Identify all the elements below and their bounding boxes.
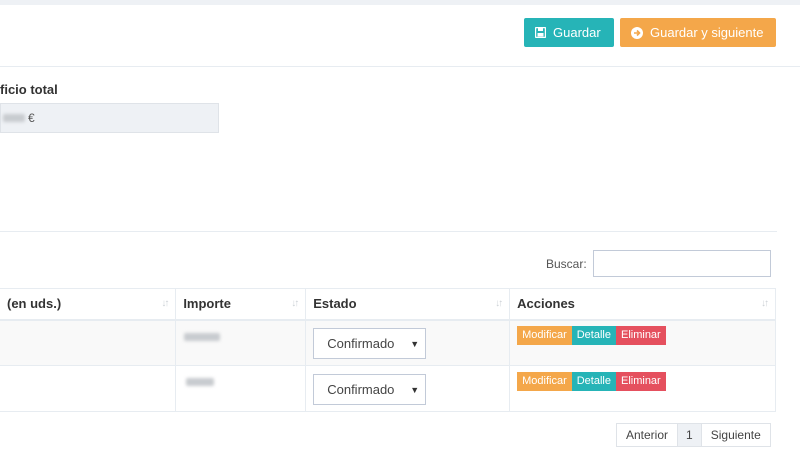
detail-button[interactable]: Detalle [571, 326, 616, 346]
estado-select-value: Confirmado [327, 382, 395, 397]
total-field: € [0, 103, 219, 133]
sort-icon: ↓↑ [161, 298, 169, 309]
row-actions: Modificar Detalle Eliminar [517, 326, 768, 346]
data-table: (en uds.) ↓↑ Importe ↓↑ Estado ↓↑ Accion… [0, 288, 776, 412]
estado-select-value: Confirmado [327, 336, 395, 352]
column-header-units[interactable]: (en uds.) ↓↑ [0, 288, 177, 321]
currency-symbol: € [28, 111, 35, 125]
search-input[interactable] [593, 250, 771, 277]
cell-estado: Confirmado ▼ [305, 365, 511, 412]
cell-units [0, 319, 177, 366]
search-label: Buscar: [546, 257, 587, 271]
save-button[interactable]: Guardar [524, 18, 614, 47]
section-divider [0, 231, 777, 232]
cell-importe [175, 365, 307, 412]
redacted-value [184, 332, 221, 341]
pagination: Anterior 1 Siguiente [616, 423, 771, 447]
page-number-button[interactable]: 1 [678, 424, 702, 446]
modify-button[interactable]: Modificar [517, 326, 572, 346]
detail-button[interactable]: Detalle [571, 372, 616, 391]
modify-button[interactable]: Modificar [517, 372, 572, 391]
redacted-value [186, 378, 215, 386]
save-button-label: Guardar [553, 25, 601, 40]
sort-icon: ↓↑ [495, 298, 503, 309]
total-label: ficio total [0, 82, 58, 97]
redacted-value [3, 114, 25, 122]
row-actions: Modificar Detalle Eliminar [517, 372, 768, 391]
cell-estado: Confirmado ▼ [305, 319, 511, 366]
column-header-label: Estado [313, 296, 357, 312]
caret-down-icon: ▼ [410, 338, 420, 349]
column-header-importe[interactable]: Importe ↓↑ [175, 288, 307, 321]
column-header-acciones[interactable]: Acciones ↓↑ [509, 288, 776, 321]
table-header-row: (en uds.) ↓↑ Importe ↓↑ Estado ↓↑ Accion… [0, 288, 776, 321]
estado-select[interactable]: Confirmado ▼ [313, 328, 427, 360]
save-and-next-button[interactable]: Guardar y siguiente [620, 18, 776, 47]
cell-importe [175, 319, 307, 366]
toolbar: Guardar Guardar y siguiente [0, 5, 800, 67]
table-row: Confirmado ▼ Modificar Detalle Eliminar [0, 365, 776, 412]
column-header-label: Importe [183, 296, 231, 312]
save-and-next-button-label: Guardar y siguiente [650, 25, 764, 40]
estado-select[interactable]: Confirmado ▼ [313, 374, 427, 405]
cell-units [0, 365, 177, 412]
delete-button[interactable]: Eliminar [615, 326, 666, 346]
cell-acciones: Modificar Detalle Eliminar [509, 319, 776, 366]
prev-page-button[interactable]: Anterior [617, 424, 679, 446]
arrow-circle-right-icon [631, 26, 643, 39]
next-page-button[interactable]: Siguiente [702, 424, 770, 446]
floppy-disk-icon [535, 27, 546, 38]
column-header-estado[interactable]: Estado ↓↑ [305, 288, 511, 321]
main-panel: Guardar Guardar y siguiente ficio total … [0, 5, 800, 466]
caret-down-icon: ▼ [410, 384, 420, 395]
cell-acciones: Modificar Detalle Eliminar [509, 365, 776, 412]
sort-icon: ↓↑ [761, 298, 769, 309]
column-header-label: Acciones [517, 296, 575, 312]
table-row: Confirmado ▼ Modificar Detalle Eliminar [0, 319, 776, 366]
sort-icon: ↓↑ [291, 298, 299, 309]
delete-button[interactable]: Eliminar [615, 372, 666, 391]
column-header-label: (en uds.) [7, 296, 62, 312]
